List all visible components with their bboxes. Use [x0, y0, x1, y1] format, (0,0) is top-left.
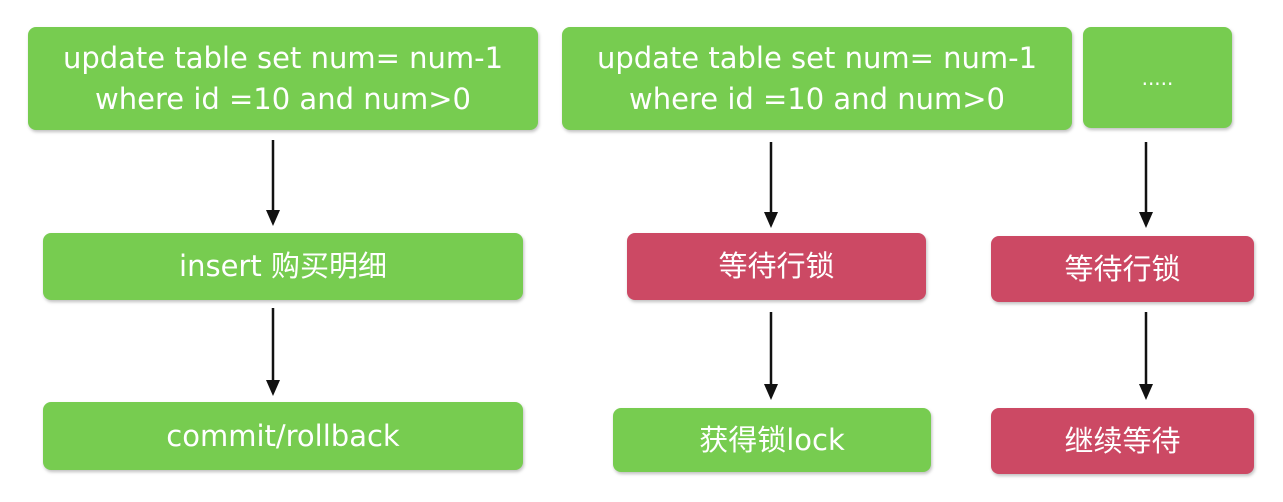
arrow-head-tx2-1	[764, 212, 778, 228]
arrow-head-tx1-2	[266, 380, 280, 396]
arrow-head-tx3-2	[1139, 384, 1153, 400]
arrow-head-tx3-1	[1139, 212, 1153, 228]
arrow-head-tx1-1	[266, 210, 280, 226]
arrow-head-tx2-2	[764, 384, 778, 400]
arrows-layer	[266, 140, 1153, 400]
